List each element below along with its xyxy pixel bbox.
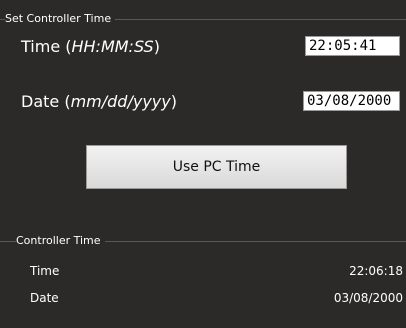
controller-time-title: Controller Time — [16, 234, 105, 247]
set-controller-time-title: Set Controller Time — [5, 12, 116, 25]
date-label-text: Date — [21, 92, 60, 111]
date-input[interactable] — [303, 91, 400, 111]
date-field-label: Date (mm/dd/yyyy) — [21, 92, 177, 111]
controller-time-group: Controller Time Time 22:06:18 Date 03/08… — [0, 228, 406, 328]
controller-date-label: Date — [30, 291, 59, 305]
time-label-text: Time — [21, 37, 61, 56]
set-controller-time-group: Set Controller Time Time (HH:MM:SS) Date… — [0, 0, 406, 228]
use-pc-time-button[interactable]: Use PC Time — [86, 145, 347, 189]
time-input[interactable] — [305, 36, 400, 56]
time-format-hint: HH:MM:SS — [71, 37, 154, 56]
controller-date-value: 03/08/2000 — [333, 291, 403, 305]
time-field-label: Time (HH:MM:SS) — [21, 37, 160, 56]
controller-time-value: 22:06:18 — [349, 264, 403, 278]
controller-time-label: Time — [30, 264, 60, 278]
date-format-hint: mm/dd/yyyy — [70, 92, 171, 111]
